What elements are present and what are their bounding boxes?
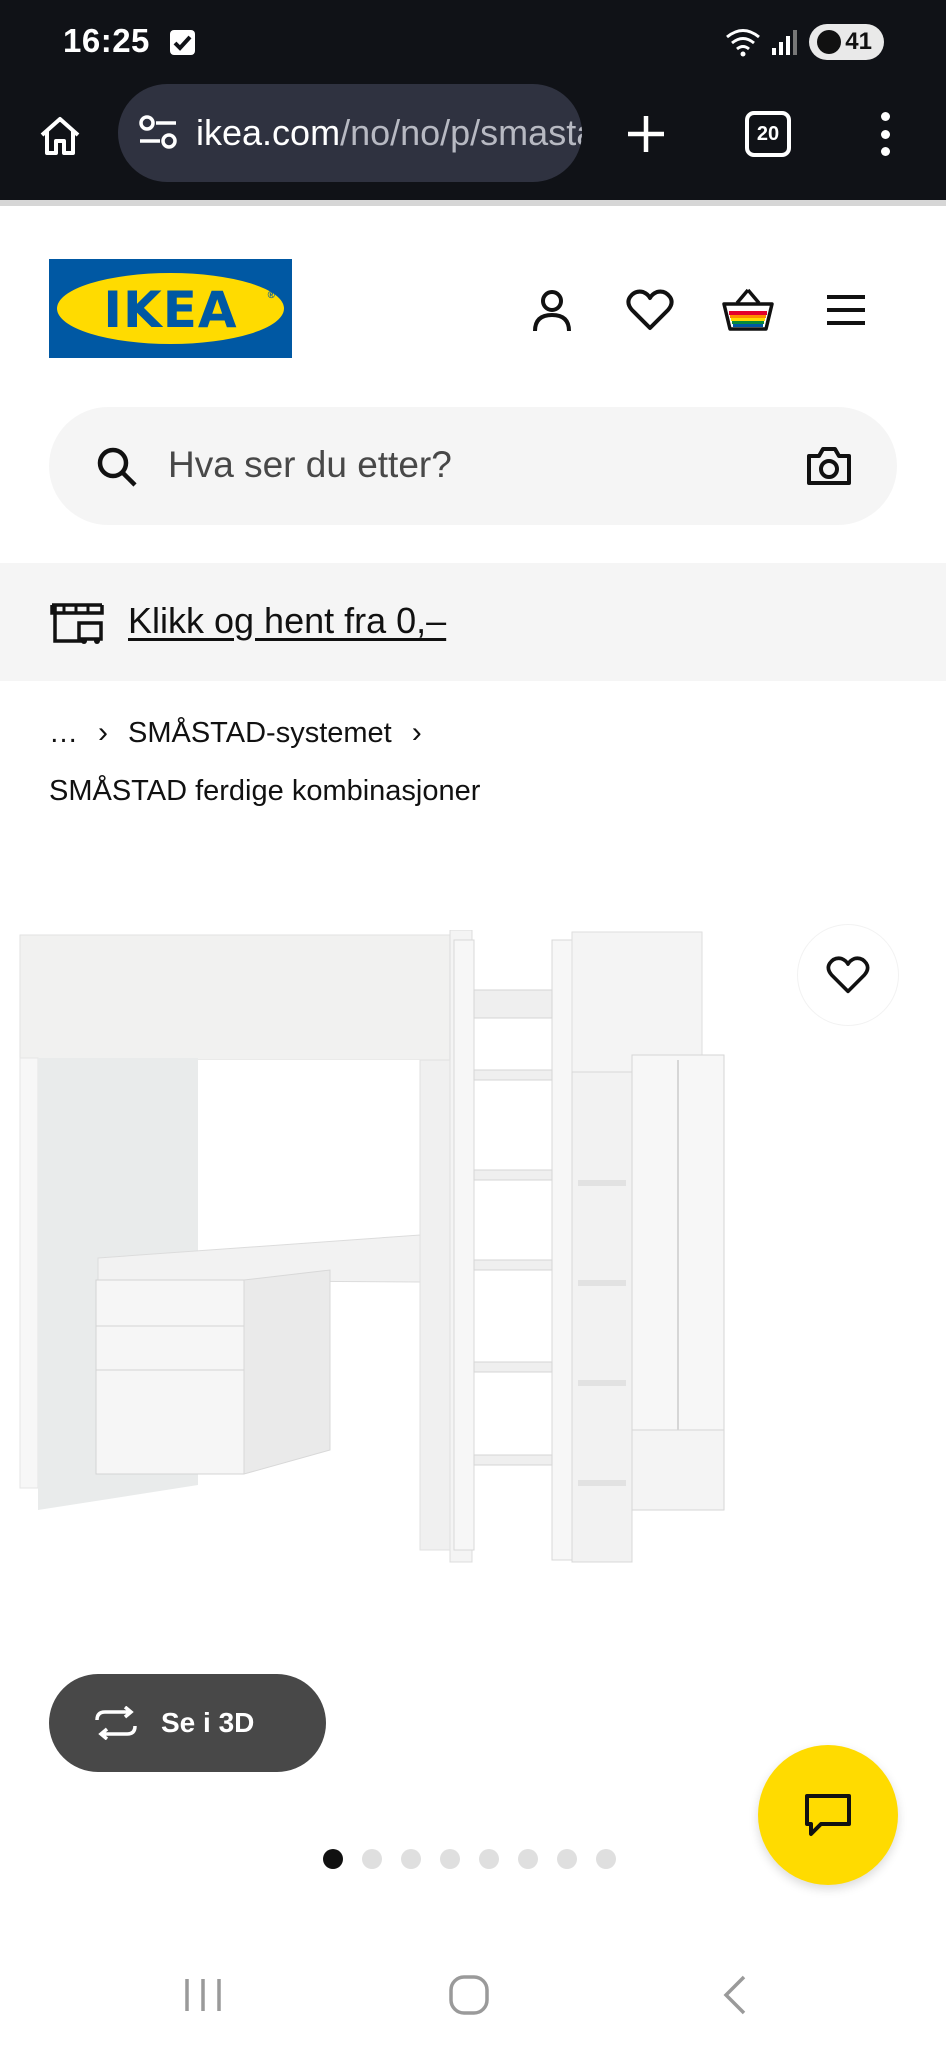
store-pickup-icon (50, 603, 104, 644)
breadcrumb-current[interactable]: SMÅSTAD ferdige kombinasjoner (49, 775, 480, 808)
battery-leaf-icon (817, 30, 842, 54)
rotate-3d-icon (95, 1706, 137, 1740)
search-bar[interactable]: Hva ser du etter? (49, 407, 897, 525)
search-icon (97, 447, 137, 487)
basket-icon[interactable] (720, 282, 776, 338)
home-nav-icon[interactable] (434, 1965, 504, 2025)
battery-level: 41 (845, 28, 872, 55)
carousel-dot[interactable] (518, 1849, 538, 1869)
menu-icon[interactable] (818, 282, 874, 338)
add-to-favourites-button[interactable] (798, 925, 898, 1025)
breadcrumb-parent[interactable]: SMÅSTAD-systemet (128, 717, 392, 750)
browser-toolbar: ikea.com/no/no/p/smastad 20 (0, 84, 946, 204)
click-collect-link[interactable]: Klikk og hent fra 0,– (128, 600, 446, 642)
carousel-dot[interactable] (596, 1849, 616, 1869)
carousel-dot[interactable] (323, 1849, 343, 1869)
chevron-right-icon: › (98, 716, 108, 749)
system-nav-bar (0, 1935, 946, 2049)
status-indicators: 41 (725, 24, 884, 60)
carousel-dot[interactable] (479, 1849, 499, 1869)
back-nav-icon[interactable] (700, 1965, 770, 2025)
url-host: ikea.com (196, 112, 341, 153)
url-text[interactable]: ikea.com/no/no/p/smastad (196, 112, 582, 154)
carousel-dot[interactable] (401, 1849, 421, 1869)
breadcrumb: … › SMÅSTAD-systemet › (49, 716, 442, 750)
search-input[interactable]: Hva ser du etter? (168, 444, 452, 486)
carousel-dot[interactable] (557, 1849, 577, 1869)
product-image[interactable] (18, 930, 928, 1780)
url-path: /no/no/p/smastad (340, 112, 582, 153)
camera-icon[interactable] (805, 445, 853, 487)
carousel-dot[interactable] (362, 1849, 382, 1869)
tab-switcher-button[interactable]: 20 (745, 111, 791, 157)
carousel-dot[interactable] (440, 1849, 460, 1869)
breadcrumb-ellipsis[interactable]: … (49, 717, 78, 750)
status-bar: 16:25 41 (0, 0, 946, 84)
view-in-3d-button[interactable]: Se i 3D (49, 1674, 326, 1772)
logo-text: IKEA (103, 281, 238, 339)
heart-icon (826, 956, 870, 994)
chat-button[interactable] (758, 1745, 898, 1885)
chevron-right-icon: › (411, 716, 422, 749)
site-settings-icon[interactable] (138, 114, 178, 150)
status-time: 16:25 (63, 22, 150, 59)
recent-apps-icon[interactable] (168, 1965, 238, 2025)
notification-check-icon (170, 30, 195, 55)
ikea-logo[interactable]: IKEA ® (49, 259, 292, 358)
battery-indicator: 41 (809, 24, 884, 60)
carousel-indicator (323, 1849, 616, 1869)
user-icon[interactable] (524, 282, 580, 338)
click-collect-banner: Klikk og hent fra 0,– (0, 563, 946, 681)
new-tab-icon[interactable] (616, 104, 676, 164)
url-bar[interactable]: ikea.com/no/no/p/smastad (118, 84, 582, 182)
view-in-3d-label: Se i 3D (161, 1707, 255, 1738)
chat-icon (805, 1794, 851, 1836)
toolbar-divider (0, 200, 946, 206)
more-options-icon[interactable] (870, 104, 900, 164)
heart-icon[interactable] (622, 282, 678, 338)
signal-icon (772, 30, 798, 55)
home-icon[interactable] (30, 106, 90, 166)
wifi-icon (726, 29, 761, 57)
